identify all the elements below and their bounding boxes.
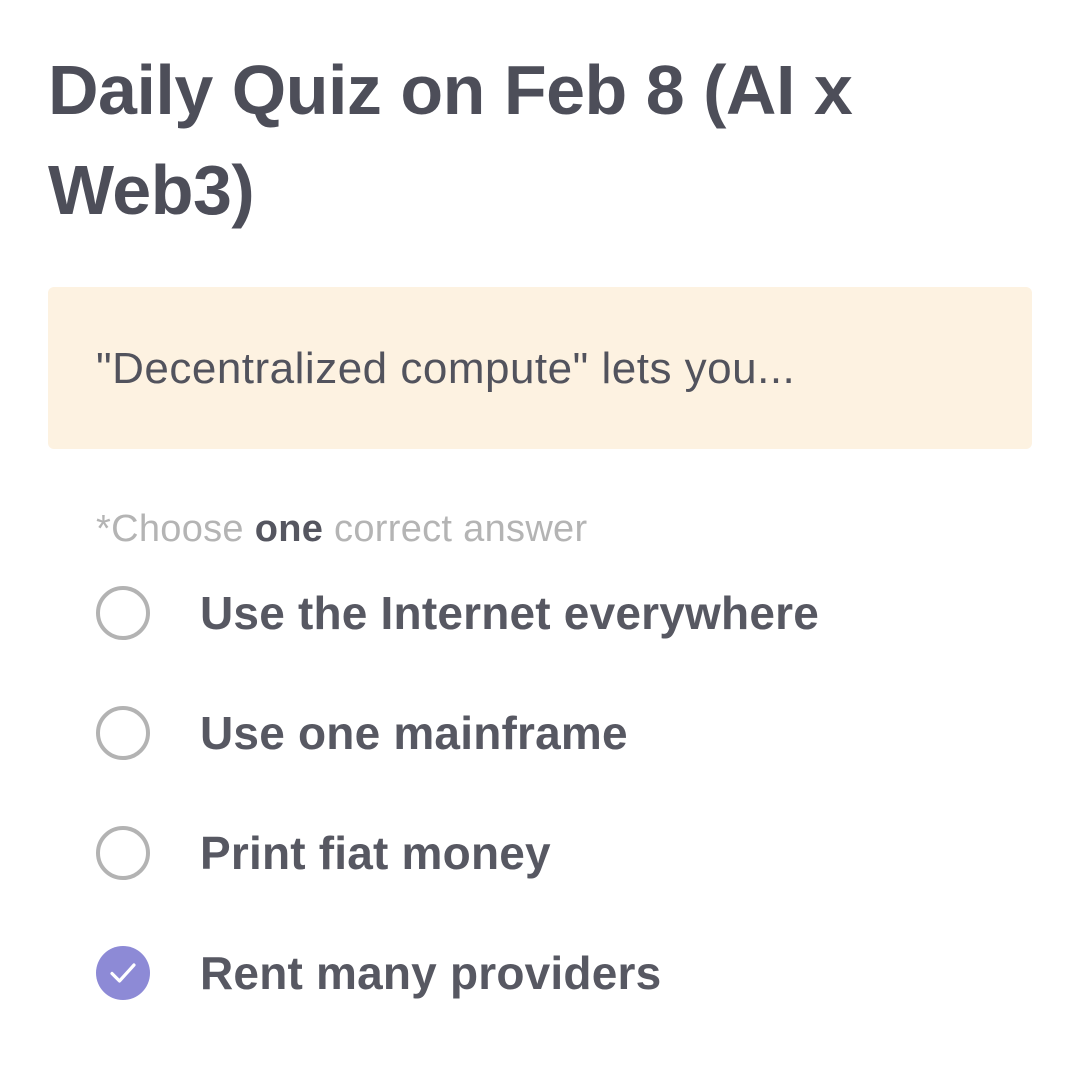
answer-option-1[interactable]: Use the Internet everywhere — [96, 552, 996, 672]
answer-options: Use the Internet everywhere Use one main… — [96, 552, 996, 1032]
answer-option-3[interactable]: Print fiat money — [96, 792, 996, 912]
radio-button[interactable] — [96, 826, 150, 880]
radio-button[interactable] — [96, 586, 150, 640]
answer-instruction: *Choose one correct answer — [96, 504, 587, 554]
question-box: "Decentralized compute" lets you... — [48, 287, 1032, 449]
answer-option-2[interactable]: Use one mainframe — [96, 672, 996, 792]
question-text: "Decentralized compute" lets you... — [96, 344, 796, 393]
answer-option-label[interactable]: Use the Internet everywhere — [200, 583, 819, 643]
quiz-page: Daily Quiz on Feb 8 (AI x Web3) "Decentr… — [0, 0, 1080, 1083]
quiz-title: Daily Quiz on Feb 8 (AI x Web3) — [48, 51, 853, 229]
instruction-emphasis: one — [254, 508, 324, 550]
instruction-suffix: correct answer — [323, 508, 588, 550]
answer-option-label[interactable]: Use one mainframe — [200, 703, 628, 763]
radio-button[interactable] — [96, 706, 150, 760]
answer-option-label[interactable]: Print fiat money — [200, 823, 551, 883]
answer-option-label[interactable]: Rent many providers — [200, 943, 661, 1003]
radio-button-selected[interactable] — [96, 946, 150, 1000]
instruction-prefix: *Choose — [96, 508, 255, 550]
answer-option-4[interactable]: Rent many providers — [96, 912, 996, 1032]
check-icon — [110, 963, 136, 983]
